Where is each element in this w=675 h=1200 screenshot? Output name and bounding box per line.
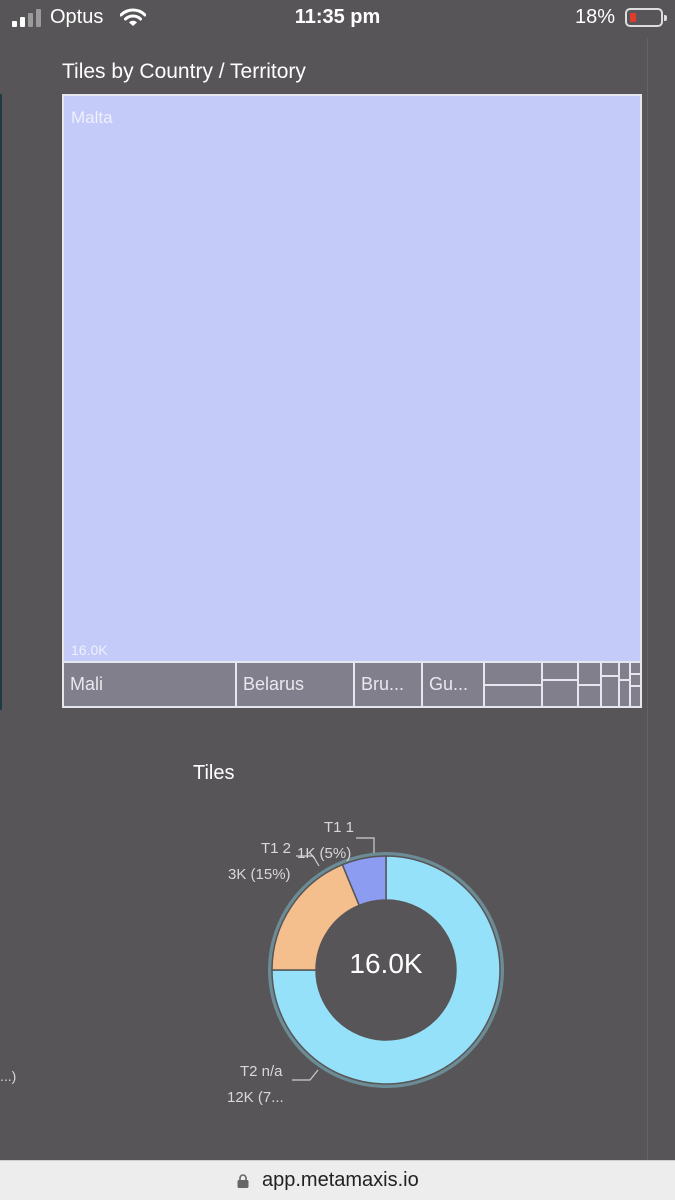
slice-label-t1-1: T1 1	[324, 819, 355, 836]
url-bar[interactable]: app.metamaxis.io	[0, 1160, 675, 1200]
donut-center-value: 16.0K	[349, 948, 423, 979]
slice-value-t2: 12K (7...	[227, 1089, 284, 1106]
slice-value-t1-1: 1K (5%)	[297, 845, 352, 862]
lock-icon	[237, 1174, 249, 1188]
url-text[interactable]: app.metamaxis.io	[262, 1169, 419, 1192]
slice-label-t2: T2 n/a	[240, 1063, 283, 1080]
leader-line	[356, 837, 375, 853]
donut-chart[interactable]	[0, 0, 675, 1160]
leader-line	[292, 1069, 319, 1081]
slice-label-t1-2: T1 2	[261, 840, 292, 857]
truncated-label: ...)	[0, 1068, 17, 1084]
slice-value-t1-2: 3K (15%)	[228, 866, 291, 883]
